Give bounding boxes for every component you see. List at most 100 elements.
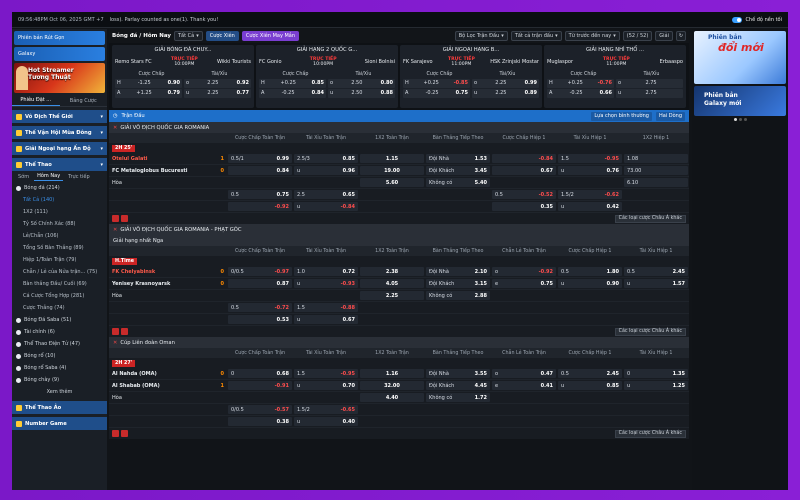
see-more-button[interactable]: Xem thêm xyxy=(12,386,107,398)
odds-cell[interactable]: u 0.40 xyxy=(294,417,358,426)
odds-cell[interactable]: 1.5 -0.95 xyxy=(294,369,358,378)
tab-bet-slip[interactable]: Phiêu Đặt ... xyxy=(12,95,60,106)
odds-cell[interactable]: u 0.76 xyxy=(558,166,622,175)
odds-cell[interactable]: 0.84 xyxy=(228,166,292,175)
over-under-odds[interactable]: o 2.75 xyxy=(616,78,683,88)
odds-cell[interactable]: u 0.67 xyxy=(294,315,358,324)
odds-cell[interactable]: u 0.42 xyxy=(558,202,622,211)
galaxy-ad-banner[interactable]: Phiên bản Galaxy mới xyxy=(694,86,786,116)
dark-mode-toggle[interactable]: Chế độ nền tối xyxy=(732,16,782,23)
odds-cell[interactable]: 1.08 xyxy=(624,154,688,163)
over-under-odds[interactable]: o 2.25 0.92 xyxy=(184,78,251,88)
odds-cell[interactable]: u -0.84 xyxy=(294,202,358,211)
odds-cell[interactable]: 1.5 -0.95 xyxy=(558,154,622,163)
sidebar-sport-item[interactable]: 1X2 (111) xyxy=(12,206,107,218)
league-row[interactable]: ✕ GIẢI VÔ ĐỊCH QUỐC GIA ROMANIA - PHẠT GÓ… xyxy=(109,224,689,235)
sidebar-sport-item[interactable]: Bóng đá (214) xyxy=(12,182,107,194)
sidebar-sport-item[interactable]: Bóng rổ (10) xyxy=(12,350,107,362)
odds-cell[interactable]: 0.38 xyxy=(228,417,292,426)
odds-cell[interactable]: 0.5 -0.72 xyxy=(228,303,292,312)
featured-match-card[interactable]: GIẢI NGOẠI HẠNG B... FK Sarajevo TRỰC TIẾP… xyxy=(400,45,542,108)
odds-cell[interactable]: 2.5 0.65 xyxy=(294,190,358,199)
sub-league-row[interactable]: Giải hạng nhất Nga xyxy=(109,235,689,246)
odds-cell[interactable]: 0 1.35 xyxy=(624,369,688,378)
sidebar-section[interactable]: Thể Thao Ảo xyxy=(12,401,107,414)
odds-cell[interactable]: 0.35 xyxy=(492,202,556,211)
odds-cell[interactable]: Không có 1.72 xyxy=(426,393,490,402)
home-team-name[interactable]: FK Chelyabinsk xyxy=(112,269,155,275)
refresh-icon[interactable]: ↻ xyxy=(676,31,686,41)
odds-cell[interactable]: 1.0 0.72 xyxy=(294,267,358,276)
promo-ad-banner[interactable]: Phiên bản đổi mới xyxy=(694,31,786,84)
sidebar-section[interactable]: Vô Địch Thế Giới ▾ xyxy=(12,110,107,123)
odds-cell[interactable]: 1.5/2 -0.62 xyxy=(558,190,622,199)
odds-cell[interactable]: 0.5 0.75 xyxy=(228,190,292,199)
odds-cell[interactable]: 6.10 xyxy=(624,178,688,187)
tab-early[interactable]: Sớm xyxy=(15,173,32,181)
odds-cell[interactable]: 0.87 xyxy=(228,279,292,288)
live-stream-icon[interactable] xyxy=(121,328,128,335)
sidebar-sport-item[interactable]: Cá Cược Tổng Hợp (281) xyxy=(12,290,107,302)
handicap-odds[interactable]: A -0.25 0.66 xyxy=(547,88,614,98)
odds-cell[interactable]: 0.5/1 0.99 xyxy=(228,154,292,163)
odds-cell[interactable]: 73.00 xyxy=(624,166,688,175)
odds-cell[interactable]: Đội Nhà 3.55 xyxy=(426,369,490,378)
sidebar-sport-item[interactable]: Hiệp 1/Toàn Trận (79) xyxy=(12,254,107,266)
handicap-odds[interactable]: H +0.25 0.85 xyxy=(259,78,326,88)
league-row[interactable]: ✕ Cúp Liên đoàn Oman xyxy=(109,337,689,348)
tab-today[interactable]: Hôm Nay xyxy=(34,172,64,181)
time-range-select[interactable]: Từ trước đến nay ▾ xyxy=(564,31,620,41)
featured-match-card[interactable]: GIẢI HẠNG 2 QUỐC G... FC Gonio TRỰC TIẾP 10… xyxy=(256,45,398,108)
more-markets-button[interactable]: Các loại cược Châu Á khác xyxy=(614,429,686,438)
odds-cell[interactable]: 2.25 xyxy=(360,291,424,300)
odds-cell[interactable]: o -0.92 xyxy=(492,267,556,276)
odds-cell[interactable]: 0/0.5 -0.57 xyxy=(228,405,292,414)
odds-cell[interactable]: 4.05 xyxy=(360,279,424,288)
over-under-odds[interactable]: o 2.25 0.99 xyxy=(472,78,539,88)
odds-cell[interactable]: 0/0.5 -0.97 xyxy=(228,267,292,276)
odds-cell[interactable]: 1.16 xyxy=(360,369,424,378)
odds-cell[interactable]: e 0.41 xyxy=(492,381,556,390)
match-filter-select[interactable]: Bộ Lọc Trận Đấu ▾ xyxy=(454,31,508,41)
league-select[interactable]: Giải xyxy=(655,31,673,41)
sidebar-section[interactable]: Thế Vận Hội Mùa Đông ▾ xyxy=(12,126,107,139)
sidebar-section[interactable]: Number Game xyxy=(12,417,107,430)
live-stream-icon[interactable] xyxy=(121,430,128,437)
odds-cell[interactable]: u 1.25 xyxy=(624,381,688,390)
sidebar-sport-item[interactable]: Bóng chày (9) xyxy=(12,374,107,386)
more-markets-button[interactable]: Các loại cược Châu Á khác xyxy=(614,214,686,223)
stats-icon[interactable] xyxy=(112,430,119,437)
odds-cell[interactable]: -0.84 xyxy=(492,154,556,163)
odds-cell[interactable]: e 0.75 xyxy=(492,279,556,288)
odds-cell[interactable]: 0.5 1.80 xyxy=(558,267,622,276)
handicap-odds[interactable]: A +1.25 0.79 xyxy=(115,88,182,98)
carousel-dot[interactable] xyxy=(738,118,742,121)
odds-cell[interactable]: u 0.96 xyxy=(294,166,358,175)
sidebar-section[interactable]: Giải Ngoại hạng Ấn Độ ▾ xyxy=(12,142,107,155)
odds-cell[interactable]: Đội Nhà 1.53 xyxy=(426,154,490,163)
sidebar-sport-item[interactable]: Chẵn / Lẻ của Nửa trận... (75) xyxy=(12,266,107,278)
odds-cell[interactable]: o 0.47 xyxy=(492,369,556,378)
tab-live[interactable]: Trực tiếp xyxy=(65,173,92,181)
league-row[interactable]: ✕ GIẢI VÔ ĐỊCH QUỐC GIA ROMANIA xyxy=(109,122,689,133)
sidebar-sport-item[interactable]: Bàn thắng Đầu/ Cuối (69) xyxy=(12,278,107,290)
live-stream-icon[interactable] xyxy=(121,215,128,222)
all-matches-select[interactable]: Tất cả trận đấu ▾ xyxy=(510,31,562,41)
odds-cell[interactable]: 0.53 xyxy=(228,315,292,324)
over-under-odds[interactable]: u 2.25 0.89 xyxy=(472,88,539,98)
odds-cell[interactable]: Đội Khách 3.45 xyxy=(426,166,490,175)
sort-select[interactable]: Lựa chọn bình thường xyxy=(591,111,652,121)
odds-cell[interactable]: 4.40 xyxy=(360,393,424,402)
handicap-odds[interactable]: H -1.25 0.90 xyxy=(115,78,182,88)
handicap-odds[interactable]: A -0.25 0.84 xyxy=(259,88,326,98)
carousel-dot[interactable] xyxy=(743,118,747,121)
over-under-odds[interactable]: u 2.75 xyxy=(616,88,683,98)
odds-cell[interactable]: -0.92 xyxy=(228,202,292,211)
odds-cell[interactable]: 1.15 xyxy=(360,154,424,163)
odds-cell[interactable]: 0 0.68 xyxy=(228,369,292,378)
featured-match-card[interactable]: GIẢI HẠNG NHÌ THỔ ... Muglaspor TRỰC TIẾP 1… xyxy=(544,45,686,108)
odds-cell[interactable]: u 0.85 xyxy=(558,381,622,390)
odds-cell[interactable]: 0.5 2.45 xyxy=(558,369,622,378)
sidebar-sport-item[interactable]: Tỷ Số Chính Xác (88) xyxy=(12,218,107,230)
parlay-button[interactable]: Cược Xiên xyxy=(205,31,239,41)
